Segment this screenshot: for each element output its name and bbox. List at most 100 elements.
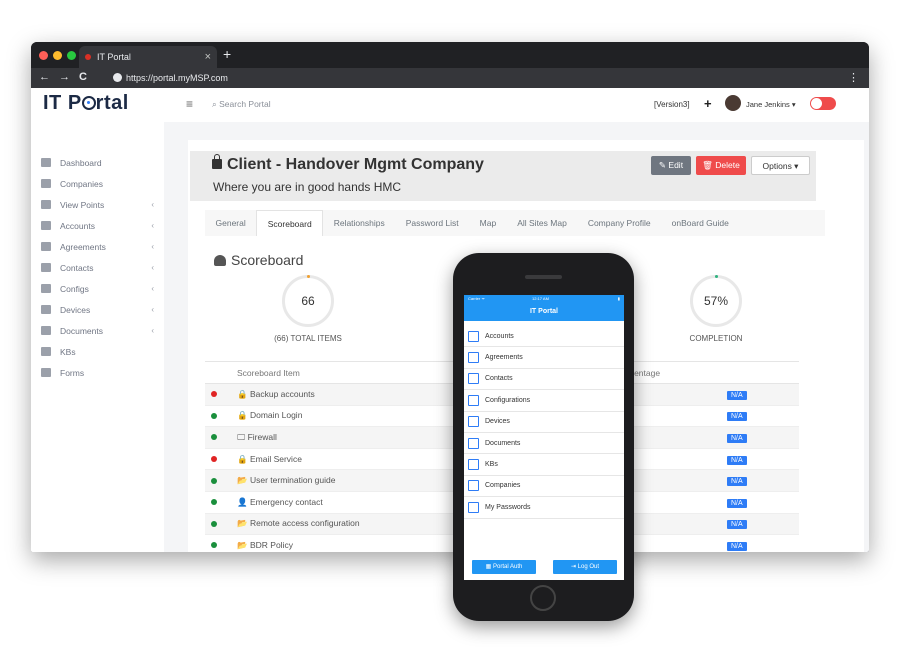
user-menu[interactable]: Jane Jenkins ▾ [746,100,796,109]
menu-item-icon [468,501,479,513]
lock-icon [212,154,222,169]
status-badge[interactable]: N/A [727,390,747,400]
browser-menu-icon[interactable]: ⋮ [848,71,859,84]
speaker [525,275,562,279]
new-tab-button[interactable]: + [223,46,231,62]
status-time: 12:17 AM [532,296,549,301]
sidebar-item-documents[interactable]: Documents ‹ [31,320,164,341]
phone-item-accounts[interactable]: Accounts [464,326,624,348]
menu-item-icon [468,352,479,364]
portal-auth-button[interactable]: ▦ Portal Auth [472,560,536,574]
chevron-left-icon: ‹ [151,305,154,314]
sidebar-item-devices[interactable]: Devices ‹ [31,299,164,320]
percentage-cell [621,426,721,449]
browser-window: IT Portal × + ← → C https://portal.myMSP… [31,42,869,552]
status-badge[interactable]: N/A [727,433,747,443]
badge-cell: N/A [721,405,799,428]
status-badge[interactable]: N/A [727,455,747,465]
tab-relationships[interactable]: Relationships [323,210,395,236]
forward-button[interactable]: → [59,71,70,83]
edit-button[interactable]: ✎ Edit [651,156,691,175]
tab-password-list[interactable]: Password List [395,210,469,236]
phone-item-kbs[interactable]: KBs [464,454,624,476]
it-portal-logo[interactable]: IT P rtal [43,92,129,115]
home-button[interactable] [530,585,556,611]
minimize-window-button[interactable] [53,51,62,60]
badge-cell: N/A [721,534,799,552]
options-dropdown[interactable]: Options ▾ [751,156,810,175]
log-out-button[interactable]: ⇥ Log Out [553,560,617,574]
phone-item-label: Accounts [485,332,514,340]
maximize-window-button[interactable] [67,51,76,60]
sidebar-item-configs[interactable]: Configs ‹ [31,278,164,299]
close-tab-icon[interactable]: × [205,46,211,68]
item-name: User termination guide [249,475,336,486]
status-badge[interactable]: N/A [727,477,747,487]
tab-general[interactable]: General [205,210,256,236]
sidebar-item-agreements[interactable]: Agreements ‹ [31,236,164,257]
phone-item-configurations[interactable]: Configurations [464,390,624,412]
battery-icon: ▮ [617,296,620,301]
scoreboard-heading: Scoreboard [214,252,303,268]
avatar[interactable] [725,95,741,111]
sidebar-item-kbs[interactable]: KBs [31,341,164,362]
version-label: [Version3] [654,100,690,109]
percentage-cell [621,491,721,514]
status-dot-icon [211,477,217,484]
chevron-left-icon: ‹ [151,263,154,272]
status-dot-icon [211,434,217,441]
client-subtitle: Where you are in good hands HMC [213,180,402,194]
sidebar-item-contacts[interactable]: Contacts ‹ [31,257,164,278]
chevron-left-icon: ‹ [151,326,154,335]
status-badge[interactable]: N/A [727,498,747,508]
theme-toggle[interactable] [810,97,836,110]
phone-item-devices[interactable]: Devices [464,412,624,433]
chevron-left-icon: ‹ [151,221,154,230]
menu-item-icon [468,437,479,449]
tab-map[interactable]: Map [469,210,507,236]
gauge-marker [715,275,718,278]
logo-o-icon [81,96,96,110]
tab-scoreboard[interactable]: Scoreboard [256,210,324,236]
status-badge[interactable]: N/A [727,412,747,422]
delete-button[interactable]: 🗑 Delete [696,156,746,175]
status-dot-icon [211,520,217,527]
tab-onboard-guide[interactable]: onBoard Guide [661,210,739,236]
browser-tab[interactable]: IT Portal × [79,46,217,68]
sidebar-item-forms[interactable]: Forms [31,362,164,383]
sidebar-icon [41,158,51,167]
address-bar: ← → C https://portal.myMSP.com ⋮ [31,68,869,88]
close-window-button[interactable] [39,51,48,60]
tab-company-profile[interactable]: Company Profile [577,210,661,236]
sidebar-item-dashboard[interactable]: Dashboard [31,152,164,173]
sidebar-item-accounts[interactable]: Accounts ‹ [31,215,164,236]
back-button[interactable]: ← [39,71,50,83]
sidebar-item-view-points[interactable]: View Points ‹ [31,194,164,215]
item-name: Backup accounts [249,388,315,399]
status-badge[interactable]: N/A [727,520,747,530]
sidebar-icon [41,200,51,209]
sidebar-item-label: Configs [60,283,89,294]
hamburger-menu-icon[interactable]: ≡ [186,97,193,111]
tab-all-sites-map[interactable]: All Sites Map [507,210,578,236]
phone-menu-list: Accounts Agreements Contacts Configurations… [464,326,624,519]
phone-item-contacts[interactable]: Contacts [464,369,624,391]
phone-item-companies[interactable]: Companies [464,476,624,498]
phone-screen: Carrier ᯤ 12:17 AM ▮ IT Portal Accounts A… [464,295,624,580]
sidebar-item-companies[interactable]: Companies [31,173,164,194]
reload-button[interactable]: C [79,71,87,83]
sidebar-icon [41,347,51,356]
item-type-icon: 👤 [237,496,248,507]
search-input[interactable]: ⌕ Search Portal [212,99,271,110]
sidebar-item-label: Forms [60,367,85,378]
item-type-icon: 🖵 [237,431,246,442]
phone-item-documents[interactable]: Documents [464,433,624,455]
item-type-icon: 🔒 [237,453,248,464]
phone-item-agreements[interactable]: Agreements [464,347,624,369]
client-title-text: Client - Handover Mgmt Company [227,156,484,173]
add-button[interactable]: + [704,96,712,111]
url-field[interactable]: https://portal.myMSP.com [113,71,228,85]
phone-item-my-passwords[interactable]: My Passwords [464,497,624,519]
phone-item-label: My Passwords [485,503,531,511]
status-badge[interactable]: N/A [727,541,747,551]
